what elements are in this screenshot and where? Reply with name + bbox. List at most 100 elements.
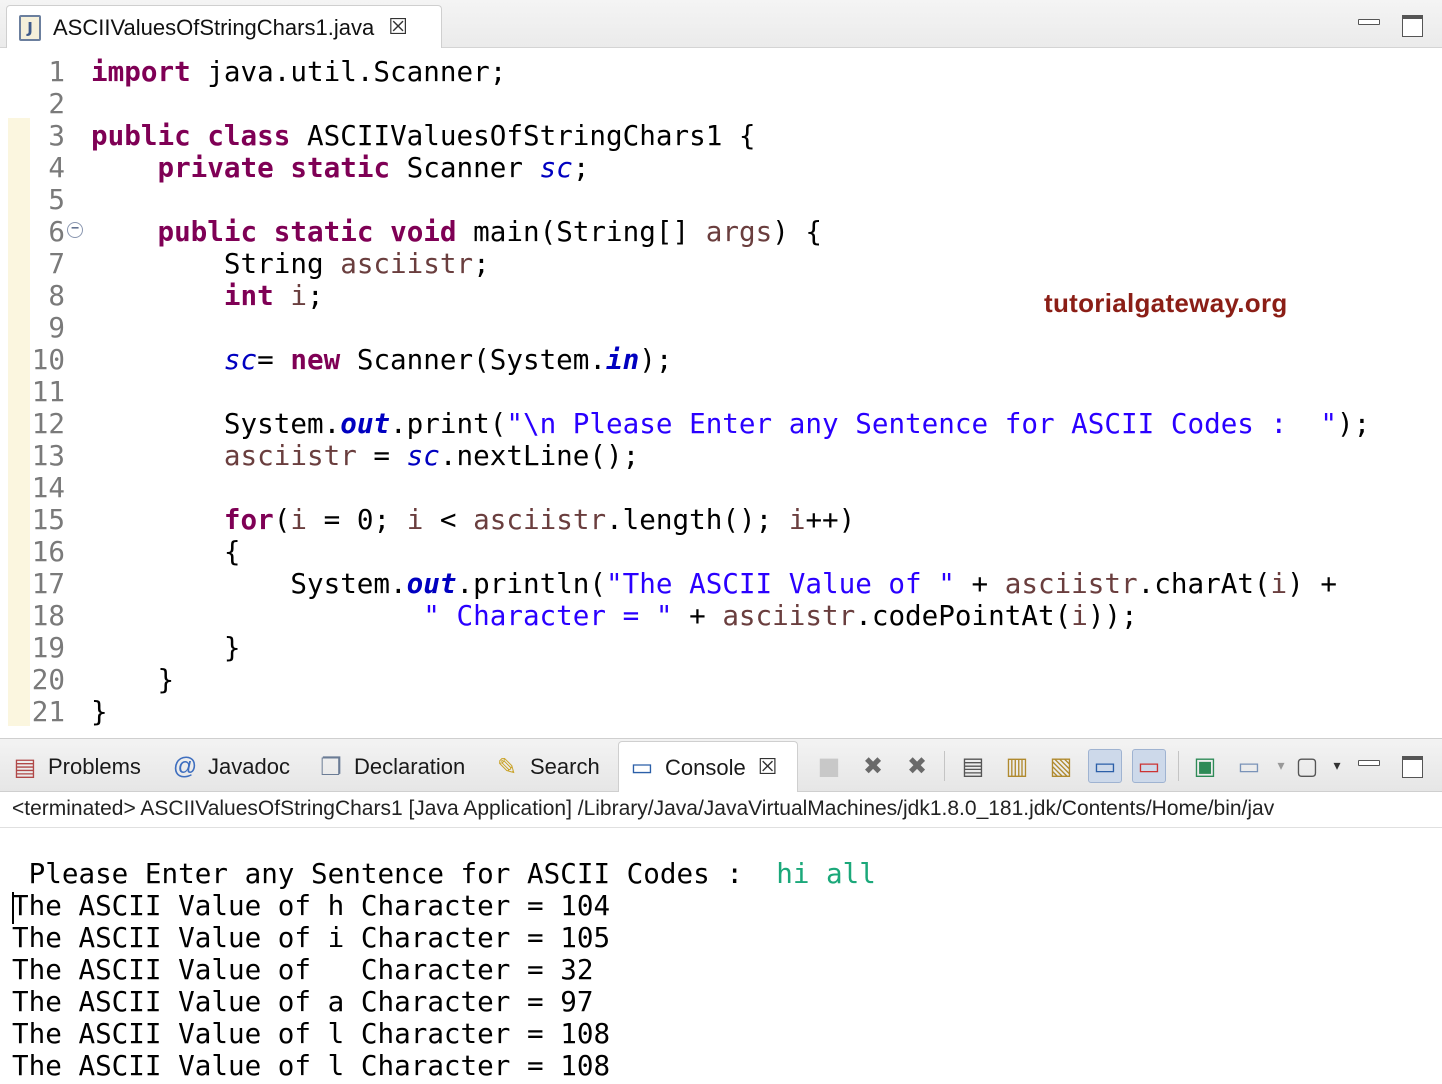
tab-search-label: Search bbox=[530, 754, 600, 779]
code-token: "The ASCII Value of " bbox=[606, 567, 955, 600]
code-token: "\n Please Enter any Sentence for ASCII … bbox=[506, 407, 1337, 440]
code-text: " Character = " + asciistr.codePointAt(i… bbox=[91, 599, 1137, 632]
code-token: = 0; bbox=[307, 503, 407, 536]
code-token: ( bbox=[273, 503, 291, 536]
flashlight-icon: ✎ bbox=[496, 753, 518, 781]
close-icon[interactable]: ☒ bbox=[758, 755, 778, 780]
tab-declaration[interactable]: ❐ Declaration bbox=[318, 741, 465, 793]
code-line[interactable]: 3 public class ASCIIValuesOfStringChars1 … bbox=[0, 120, 1442, 152]
close-icon[interactable]: ☒ bbox=[388, 15, 408, 40]
code-text: for(i = 0; i < asciistr.length(); i++) bbox=[91, 504, 855, 536]
minimize-view-icon[interactable] bbox=[1356, 751, 1380, 775]
code-line[interactable]: 21} bbox=[0, 696, 1442, 728]
line-number: 11 bbox=[31, 375, 65, 408]
editor-tab-bar: J ASCIIValuesOfStringChars1.java ☒ bbox=[0, 0, 1442, 49]
code-token: + bbox=[954, 567, 1005, 600]
word-wrap-icon[interactable]: ▧ bbox=[1044, 749, 1078, 783]
clear-console-icon[interactable]: ▤ bbox=[956, 749, 990, 783]
line-number: 1 bbox=[48, 55, 65, 88]
code-line[interactable]: 6 public static void main(String[] args)… bbox=[0, 216, 1442, 248]
code-token: private bbox=[157, 151, 274, 184]
code-token: java.util.Scanner; bbox=[190, 55, 507, 88]
line-number: 13 bbox=[31, 439, 65, 472]
line-number: 3 bbox=[48, 119, 65, 152]
code-token: .nextLine(); bbox=[439, 439, 640, 472]
code-line[interactable]: 18 " Character = " + asciistr.codePointA… bbox=[0, 600, 1442, 632]
show-console-on-stderr-icon[interactable]: ▭ bbox=[1132, 749, 1166, 783]
watermark: tutorialgateway.org bbox=[1044, 288, 1288, 318]
code-token: = bbox=[257, 343, 291, 376]
console-output[interactable]: Please Enter any Sentence for ASCII Code… bbox=[0, 828, 1442, 1084]
tab-problems-label: Problems bbox=[48, 754, 141, 779]
code-token: public bbox=[91, 119, 191, 152]
code-token: } bbox=[91, 695, 108, 728]
code-token: String bbox=[91, 247, 341, 280]
code-token: System. bbox=[91, 407, 341, 440]
collapse-icon[interactable]: − bbox=[67, 222, 83, 238]
tab-javadoc[interactable]: @ Javadoc bbox=[172, 741, 290, 793]
code-line[interactable]: 7 String asciistr; bbox=[0, 248, 1442, 280]
code-line[interactable]: 4 private static Scanner sc; bbox=[0, 152, 1442, 184]
code-token: " Character = " bbox=[423, 599, 673, 632]
code-token: .println( bbox=[456, 567, 607, 600]
line-number: 5 bbox=[48, 183, 65, 216]
line-number: 12 bbox=[31, 407, 65, 440]
code-token: sc bbox=[539, 151, 573, 184]
code-text: System.out.println("The ASCII Value of "… bbox=[91, 568, 1337, 600]
code-line[interactable]: 10 sc= new Scanner(System.in); bbox=[0, 344, 1442, 376]
line-number: 4 bbox=[48, 151, 65, 184]
text-caret bbox=[12, 892, 14, 924]
code-line[interactable]: 5 bbox=[0, 184, 1442, 216]
scroll-lock-icon[interactable]: ▥ bbox=[1000, 749, 1034, 783]
code-line[interactable]: 16 { bbox=[0, 536, 1442, 568]
code-line[interactable]: 2 bbox=[0, 88, 1442, 120]
tab-search[interactable]: ✎ Search bbox=[494, 741, 600, 793]
code-token: i bbox=[406, 503, 424, 536]
code-line[interactable]: 1 import java.util.Scanner; bbox=[0, 56, 1442, 88]
terminate-icon[interactable]: ■ bbox=[812, 749, 846, 783]
tab-problems[interactable]: ▤ Problems bbox=[12, 741, 141, 793]
line-number: 6 bbox=[48, 215, 65, 248]
code-line[interactable]: 15 for(i = 0; i < asciistr.length(); i++… bbox=[0, 504, 1442, 536]
chevron-down-icon[interactable]: ▾ bbox=[1320, 749, 1354, 783]
code-line[interactable]: 13 asciistr = sc.nextLine(); bbox=[0, 440, 1442, 472]
pin-console-icon[interactable]: ▣ bbox=[1188, 749, 1222, 783]
code-token: asciistr bbox=[1004, 567, 1138, 600]
code-line[interactable]: 17 System.out.println("The ASCII Value o… bbox=[0, 568, 1442, 600]
maximize-view-icon[interactable] bbox=[1400, 753, 1424, 778]
open-console-icon[interactable]: ▢ bbox=[1290, 749, 1324, 783]
tab-console[interactable]: ▭ Console ☒ bbox=[618, 741, 798, 793]
code-line[interactable]: 14 bbox=[0, 472, 1442, 504]
line-number: 17 bbox=[31, 567, 65, 600]
editor-tab[interactable]: J ASCIIValuesOfStringChars1.java ☒ bbox=[6, 5, 442, 49]
code-line[interactable]: 20 } bbox=[0, 664, 1442, 696]
code-token: i bbox=[1270, 567, 1288, 600]
code-line[interactable]: 12 System.out.print("\n Please Enter any… bbox=[0, 408, 1442, 440]
at-icon: @ bbox=[172, 753, 198, 780]
code-token: void bbox=[390, 215, 457, 248]
code-token: ) + bbox=[1287, 567, 1338, 600]
remove-launch-icon[interactable]: ✖ bbox=[856, 749, 890, 783]
code-line[interactable]: 11 bbox=[0, 376, 1442, 408]
code-token: i bbox=[290, 503, 307, 536]
code-token: = bbox=[356, 439, 407, 472]
minimize-editor-icon[interactable] bbox=[1356, 10, 1380, 34]
code-token: .length(); bbox=[606, 503, 789, 536]
code-text: System.out.print("\n Please Enter any Se… bbox=[91, 408, 1370, 440]
remove-all-terminated-icon[interactable]: ✖ bbox=[900, 749, 934, 783]
line-number: 20 bbox=[31, 663, 65, 696]
code-text: public static void main(String[] args) { bbox=[91, 216, 822, 248]
code-editor[interactable]: 1 import java.util.Scanner; 2 3 public class… bbox=[0, 48, 1442, 734]
console-output-line: The ASCII Value of h Character = 104 bbox=[12, 889, 611, 922]
maximize-editor-icon[interactable] bbox=[1400, 12, 1424, 37]
show-console-on-stdout-icon[interactable]: ▭ bbox=[1088, 749, 1122, 783]
code-token: args bbox=[705, 215, 773, 248]
display-selected-console-icon[interactable]: ▭ bbox=[1232, 749, 1266, 783]
code-token: < bbox=[423, 503, 474, 536]
code-line[interactable]: 19 } bbox=[0, 632, 1442, 664]
